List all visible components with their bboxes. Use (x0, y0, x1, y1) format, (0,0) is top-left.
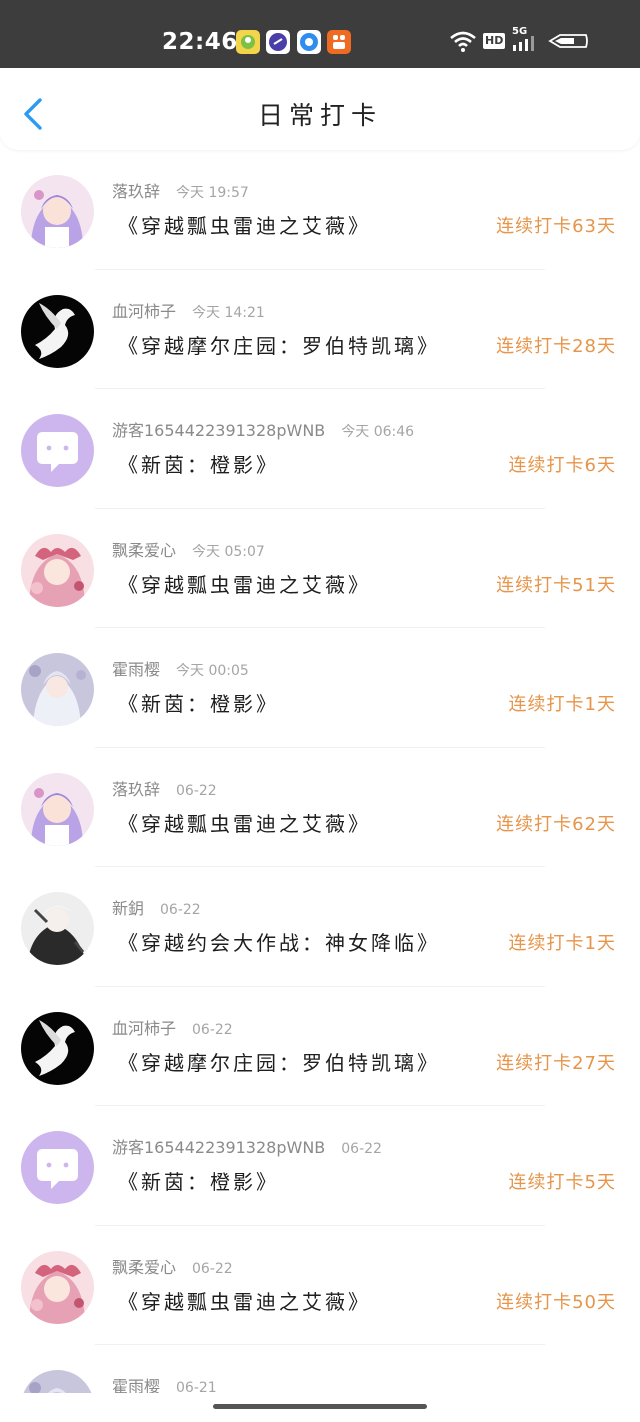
top-nav-bar: 日常打卡 (0, 68, 640, 150)
checkin-row[interactable]: 游客1654422391328pWNB 06-22 《新茵：橙影》 连续打卡5天 (0, 1106, 640, 1226)
checkin-row[interactable]: 血河柿子 06-22 《穿越摩尔庄园：罗伯特凯璃》 连续打卡27天 (0, 987, 640, 1106)
streak-count: 连续打卡63天 (496, 216, 616, 237)
checkin-row[interactable]: 霍雨樱 06-21 (0, 1345, 640, 1393)
username-line: 落玖辞 今天 19:57 (112, 182, 249, 203)
username[interactable]: 飘柔爱心 (112, 1258, 176, 1277)
avatar[interactable] (21, 653, 94, 726)
username[interactable]: 游客1654422391328pWNB (112, 1138, 325, 1157)
username[interactable]: 落玖辞 (112, 182, 160, 201)
checkin-time: 今天 06:46 (341, 424, 415, 440)
checkin-time: 今天 14:21 (192, 304, 265, 321)
username[interactable]: 飘柔爱心 (112, 541, 176, 560)
novel-title[interactable]: 《新茵：橙影》 (118, 451, 279, 479)
status-time: 22:46 (162, 29, 238, 55)
checkin-time: 06-22 (160, 902, 201, 918)
page-title: 日常打卡 (257, 101, 382, 130)
avatar[interactable] (21, 1011, 94, 1085)
username-line: 霍雨樱 今天 00:05 (112, 660, 249, 681)
username-line: 霍雨樱 06-21 (112, 1377, 217, 1393)
streak-count: 连续打卡62天 (496, 813, 616, 835)
streak-count: 连续打卡50天 (496, 1291, 616, 1313)
username-line: 游客1654422391328pWNB 今天 06:46 (112, 421, 414, 442)
streak-count: 连续打卡1天 (508, 694, 616, 715)
username[interactable]: 游客1654422391328pWNB (112, 421, 325, 440)
username-line: 游客1654422391328pWNB 06-22 (112, 1138, 382, 1159)
checkin-time: 06-22 (192, 1260, 233, 1277)
checkin-row[interactable]: 飘柔爱心 今天 05:07 《穿越瓢虫雷迪之艾薇》 连续打卡51天 (0, 509, 640, 628)
avatar[interactable] (21, 1131, 94, 1204)
streak-count: 连续打卡6天 (508, 455, 616, 476)
checkin-list: 落玖辞 今天 19:57 《穿越瓢虫雷迪之艾薇》 连续打卡63天 血河柿子 今天 1… (0, 150, 640, 1393)
novel-title[interactable]: 《穿越瓢虫雷迪之艾薇》 (118, 1288, 371, 1316)
streak-count: 连续打卡1天 (508, 933, 616, 954)
checkin-time: 今天 00:05 (176, 663, 249, 679)
checkin-row[interactable]: 霍雨樱 今天 00:05 《新茵：橙影》 连续打卡1天 (0, 628, 640, 748)
checkin-time: 06-22 (192, 1021, 233, 1038)
checkin-time: 06-21 (176, 1380, 217, 1393)
novel-title[interactable]: 《穿越瓢虫雷迪之艾薇》 (118, 810, 371, 838)
streak-count: 连续打卡28天 (496, 335, 616, 357)
username-line: 落玖辞 06-22 (112, 780, 217, 801)
username-line: 血河柿子 06-22 (112, 1019, 233, 1040)
novel-title[interactable]: 《穿越摩尔庄园：罗伯特凯璃》 (118, 332, 440, 360)
streak-count: 连续打卡27天 (496, 1052, 616, 1074)
novel-title[interactable]: 《新茵：橙影》 (118, 690, 279, 718)
checkin-row[interactable]: 落玖辞 今天 19:57 《穿越瓢虫雷迪之艾薇》 连续打卡63天 (0, 150, 640, 270)
battery-icon (548, 33, 590, 53)
username[interactable]: 血河柿子 (112, 302, 176, 321)
checkin-time: 06-22 (176, 782, 217, 799)
username[interactable]: 新鈅 (112, 899, 144, 918)
novel-title[interactable]: 《穿越约会大作战：神女降临》 (118, 929, 440, 957)
home-indicator[interactable] (213, 1404, 427, 1409)
checkin-time: 今天 19:57 (176, 185, 249, 201)
avatar[interactable] (21, 175, 94, 248)
streak-count: 连续打卡5天 (508, 1172, 616, 1193)
browser-app-icon (266, 30, 290, 54)
username-line: 飘柔爱心 06-22 (112, 1258, 233, 1279)
novel-title[interactable]: 《穿越摩尔庄园：罗伯特凯璃》 (118, 1049, 440, 1077)
checkin-time: 今天 05:07 (192, 543, 265, 560)
username-line: 新鈅 06-22 (112, 899, 201, 920)
kuaishou-app-icon (327, 30, 351, 54)
wifi-icon (449, 29, 477, 57)
username[interactable]: 霍雨樱 (112, 660, 160, 679)
avatar[interactable] (21, 414, 94, 487)
avatar[interactable] (21, 533, 94, 607)
novel-title[interactable]: 《穿越瓢虫雷迪之艾薇》 (118, 212, 371, 240)
status-bar: 22:46 HD 5G (0, 0, 640, 68)
qq-browser-icon (297, 30, 321, 54)
checkin-time: 06-22 (341, 1141, 382, 1157)
avatar[interactable] (21, 892, 94, 965)
novel-title[interactable]: 《穿越瓢虫雷迪之艾薇》 (118, 571, 371, 599)
avatar[interactable] (21, 772, 94, 846)
streak-count: 连续打卡51天 (496, 574, 616, 596)
username[interactable]: 落玖辞 (112, 780, 160, 799)
checkin-row[interactable]: 飘柔爱心 06-22 《穿越瓢虫雷迪之艾薇》 连续打卡50天 (0, 1226, 640, 1345)
checkin-row[interactable]: 落玖辞 06-22 《穿越瓢虫雷迪之艾薇》 连续打卡62天 (0, 748, 640, 867)
weather-app-icon (236, 30, 260, 54)
novel-title[interactable]: 《新茵：橙影》 (118, 1168, 279, 1196)
checkin-row[interactable]: 游客1654422391328pWNB 今天 06:46 《新茵：橙影》 连续打卡… (0, 389, 640, 509)
hd-icon: HD (483, 33, 506, 49)
checkin-row[interactable]: 新鈅 06-22 《穿越约会大作战：神女降临》 连续打卡1天 (0, 867, 640, 987)
avatar[interactable] (21, 1370, 94, 1393)
avatar[interactable] (21, 294, 94, 368)
username-line: 飘柔爱心 今天 05:07 (112, 541, 265, 562)
username-line: 血河柿子 今天 14:21 (112, 302, 265, 323)
username[interactable]: 血河柿子 (112, 1019, 176, 1038)
username[interactable]: 霍雨樱 (112, 1377, 160, 1393)
signal-5g-icon: 5G (512, 27, 534, 51)
avatar[interactable] (21, 1250, 94, 1324)
checkin-row[interactable]: 血河柿子 今天 14:21 《穿越摩尔庄园：罗伯特凯璃》 连续打卡28天 (0, 270, 640, 389)
